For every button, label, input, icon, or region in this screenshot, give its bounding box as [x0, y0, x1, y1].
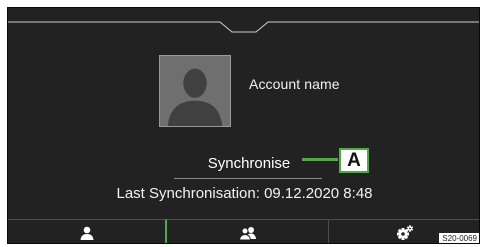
figure-reference-label: S20-0069 [439, 233, 479, 243]
users-icon [238, 226, 256, 240]
synchronise-underline [174, 178, 322, 179]
user-icon [80, 226, 93, 240]
last-synchronisation-text: Last Synchronisation: 09.12.2020 8:48 [116, 185, 373, 202]
gear-icon [397, 224, 414, 240]
synchronise-button[interactable]: Synchronise [174, 148, 324, 178]
callout-leader-line [302, 158, 338, 161]
person-silhouette-icon [167, 68, 223, 126]
tab-user-profile[interactable] [8, 219, 167, 243]
tab-user-management[interactable] [167, 219, 329, 243]
top-notch-decoration [8, 21, 479, 33]
callout-label: A [339, 148, 369, 173]
account-name: Account name [249, 76, 340, 92]
infotainment-screen: Account name Synchronise A Last Synchron… [7, 7, 480, 244]
account-avatar[interactable] [159, 55, 231, 127]
bottom-tab-bar [8, 219, 479, 243]
